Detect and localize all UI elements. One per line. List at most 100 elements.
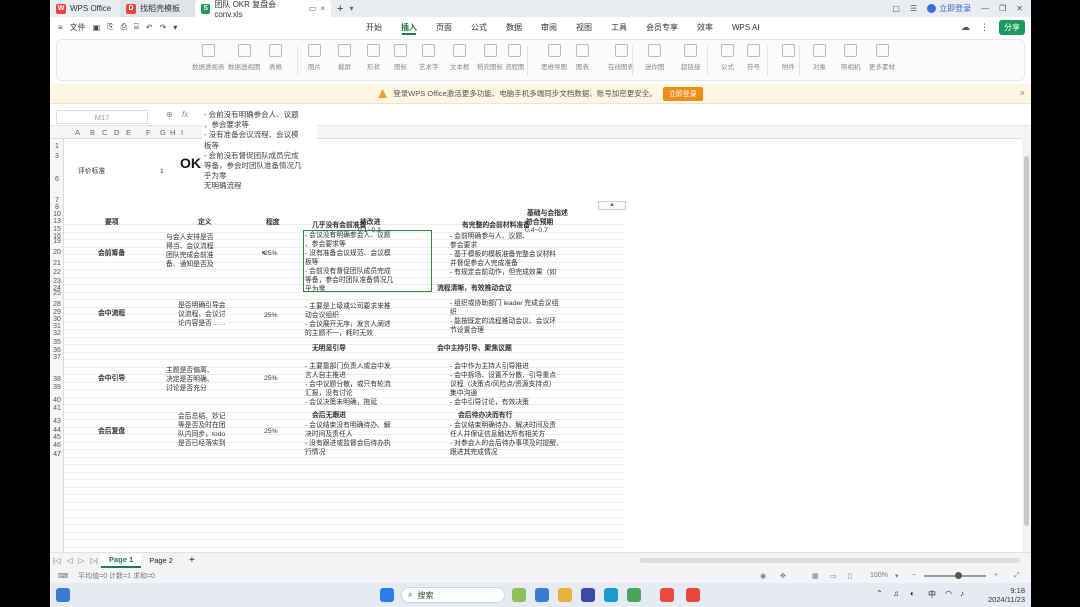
fullscreen-icon[interactable]: ⤢ [1014,572,1020,580]
store-icon[interactable] [581,588,595,602]
headset-icon[interactable]: ♫ [893,589,899,598]
definition-line[interactable]: 议流程、会议讨 [178,311,226,319]
good-line[interactable]: - 能按既定的流程推动会议、会议环 [450,318,556,326]
taskbar-search[interactable]: ⌕ 搜索 [401,587,505,603]
poor-line[interactable]: - 主要是上级或公司要求来推 [305,303,391,311]
row-header[interactable]: 13 [51,218,63,225]
good-line[interactable]: - 对参会人的会后待办事项及时提醒、 [450,440,563,448]
ribbon-button-19[interactable]: 对象 [813,44,826,71]
ribbon-button-7[interactable]: 艺术字 [419,44,439,71]
row-header[interactable]: 29 [51,309,63,316]
row-header[interactable]: 41 [51,405,63,412]
ribbon-button-2[interactable]: 表格 [269,44,282,71]
first-sheet-icon[interactable]: |◁ [50,556,64,565]
ribbon-button-13[interactable]: 在线图表 [608,44,634,71]
new-tab-button[interactable]: + [331,0,349,17]
row-header[interactable]: 43 [51,418,63,425]
cell-a3-value[interactable]: 1 [160,168,164,176]
poor-line[interactable]: - 会议展开无序，发言人阐述 [305,321,391,329]
macro-icon[interactable]: ⌨ [58,572,68,580]
ribbon-button-0[interactable]: 数据透视表 [192,44,225,71]
good-line[interactable]: 并督促参会人完成准备 [450,260,518,268]
ime-indicator[interactable]: 中 [928,589,936,600]
maximize-icon[interactable]: ❐ [999,4,1006,13]
group-header[interactable]: 基础与会指述 [527,210,568,218]
row-header[interactable]: 6 [51,176,63,183]
row-header[interactable]: 38 [51,376,63,383]
tray-arrow-icon[interactable]: ⌃ [876,589,883,598]
normal-view-icon[interactable]: ▦ [812,572,819,580]
definition-line[interactable]: 论内容是否…… [178,320,226,328]
volume-icon[interactable]: ♪ [960,589,964,598]
good-line[interactable]: - 有规定会前动作，但完成效果（如 [450,269,556,277]
close-tab-icon[interactable]: × [320,4,325,13]
good-line[interactable]: 跟进其完成情况 [450,449,498,457]
row-header[interactable]: 44 [51,427,63,434]
poor-line[interactable]: - 主要靠部门负责人或会中发 [305,363,391,371]
row-header[interactable]: 3 [51,153,63,160]
pdf-icon[interactable] [660,588,674,602]
sheet-tab-page2[interactable]: Page 2 [141,554,181,568]
add-sheet-button[interactable]: + [181,554,203,568]
good-line[interactable]: - 会中拆场、设置不分散、引导重点 [450,372,556,380]
row-header[interactable]: 21 [51,260,63,267]
definition-line[interactable]: 会后总结、妙记 [178,413,226,421]
cloud-icon[interactable]: ☁ [961,22,970,33]
start-icon[interactable] [380,588,394,602]
tab-4[interactable]: 数据 [506,17,522,37]
column-header[interactable]: G [160,128,166,137]
spreadsheet-grid[interactable]: ABCDEFGHI 1 3 6 7 8 10 13 15 16 19 20 21 22 23 24 25 28 2… [50,126,1022,552]
column-header[interactable]: B [90,128,95,137]
definition-line[interactable]: 主题是否偏离、 [166,367,214,375]
tab-2[interactable]: 页面 [436,17,452,37]
page-layout-icon[interactable]: ▭ [830,572,837,580]
next-sheet-icon[interactable]: ▷ [76,556,88,565]
section-degree[interactable]: 25% [264,312,278,320]
wps-taskbar-icon[interactable] [686,588,700,602]
tab-7[interactable]: 工具 [611,17,627,37]
poor-line[interactable]: - 没有跟进或监督会后待办执 [305,440,391,448]
section-name[interactable]: 会前筹备 [98,250,125,258]
ribbon-button-5[interactable]: 形状 [367,44,380,71]
more-icon[interactable]: ▾ [173,23,177,32]
formula-content[interactable]: - 会前没有明确参会人、议题 、参会要求等 - 没有准备会议流程、会议模 板等 - 会前… [202,109,317,193]
good-line[interactable]: 议程（决策点/风险点/资源支持点） [450,381,556,389]
definition-line[interactable]: 队内同步，todo [178,431,225,439]
section-poor-header[interactable]: 会后无跟进 [312,412,346,420]
print-icon[interactable]: ⎙ [121,22,127,32]
row-header[interactable]: 10 [51,211,63,218]
column-header[interactable]: A [75,128,80,137]
fx-icon[interactable]: fx [182,110,188,119]
tab-3[interactable]: 公式 [471,17,487,37]
name-box[interactable]: M17 [56,110,148,124]
tab-9[interactable]: 效率 [697,17,713,37]
definition-line[interactable]: 备、通知是否及 [166,261,214,269]
layout-icon[interactable]: ▢ [892,4,900,13]
good-line[interactable]: 参会要求 [450,242,477,250]
ribbon-button-18[interactable]: 附件 [782,44,795,71]
row-header[interactable]: 30 [51,316,63,323]
redo-icon[interactable]: ↷ [160,23,167,32]
poor-line[interactable]: 的主题不一，耗时无效 [305,330,373,338]
row-header[interactable]: 39 [51,384,63,391]
row-header[interactable]: 40 [51,397,63,404]
row-header[interactable]: 36 [51,347,63,354]
poor-line[interactable]: - 会议决策未明确，拖延 [305,399,377,407]
row-header[interactable]: 22 [51,269,63,276]
hamburger-icon[interactable]: ≡ [58,23,63,32]
definition-line[interactable]: 与会人安排是否 [166,234,214,242]
definition-line[interactable]: 决定是否明确、 [166,376,214,384]
tab-1[interactable]: 插入 [401,17,417,37]
ribbon-button-21[interactable]: 更多素材 [869,44,895,71]
poor-line[interactable]: 决时间及责任人 [305,431,353,439]
close-icon[interactable]: ✕ [1016,4,1023,13]
poor-line[interactable]: 汇报，没有讨论 [305,390,353,398]
good-line[interactable]: 节设置合理 [450,327,484,335]
scroll-indicator[interactable]: ▲ [598,201,626,210]
section-name[interactable]: 会中引导 [98,375,125,383]
poor-line[interactable]: 行情况 [305,449,325,457]
sheet-tab-page1[interactable]: Page 1 [101,553,142,568]
selected-cell[interactable] [303,230,432,292]
definition-line[interactable]: 得当、会议流程 [166,243,214,251]
section-degree[interactable]: 25% [264,250,278,258]
